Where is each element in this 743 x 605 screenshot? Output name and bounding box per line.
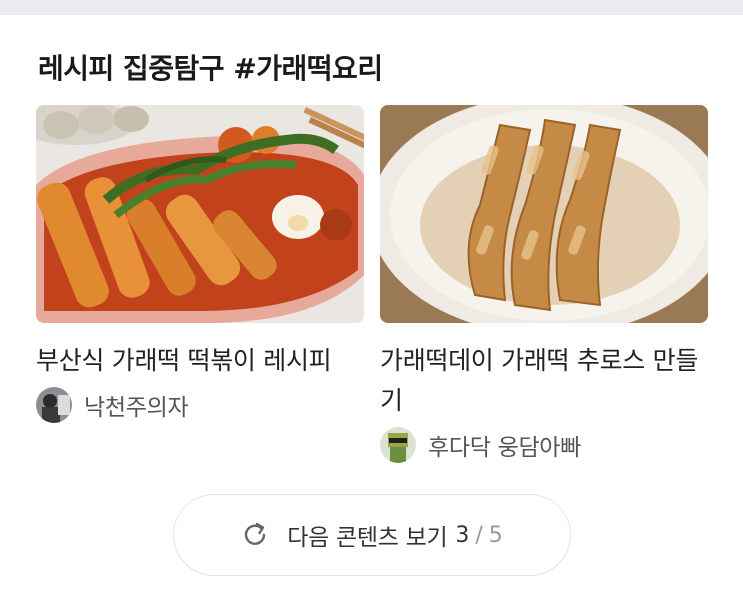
top-band	[0, 0, 743, 15]
next-content-button[interactable]: 다음 콘텐츠 보기 3 / 5	[173, 494, 571, 576]
section-title: 레시피 집중탐구 #가래떡요리	[38, 52, 383, 85]
author-row[interactable]: 낙천주의자	[36, 387, 364, 423]
author-name[interactable]: 낙천주의자	[84, 388, 189, 422]
churros-thumbnail[interactable]	[380, 105, 708, 323]
tteokbokki-thumbnail[interactable]	[36, 105, 364, 323]
content-item-2[interactable]: 가래떡데이 가래떡 추로스 만들기 후다닥 웅담아빠	[380, 105, 708, 463]
refresh-icon	[245, 522, 266, 545]
total-pages: 5	[488, 522, 503, 548]
current-page: 3	[455, 522, 470, 548]
author-row[interactable]: 후다닥 웅담아빠	[380, 427, 708, 463]
item-title[interactable]: 가래떡데이 가래떡 추로스 만들기	[380, 341, 708, 421]
item-title[interactable]: 부산식 가래떡 떡볶이 레시피	[36, 341, 364, 381]
author-avatar[interactable]	[380, 427, 416, 463]
page-separator: /	[475, 522, 483, 548]
recipe-card: 레시피 집중탐구 #가래떡요리 부산식 가래떡 떡볶이 레시피 낙천주의자 가래…	[0, 15, 743, 605]
author-avatar[interactable]	[36, 387, 72, 423]
content-item-1[interactable]: 부산식 가래떡 떡볶이 레시피 낙천주의자	[36, 105, 364, 423]
author-name[interactable]: 후다닥 웅담아빠	[428, 428, 581, 462]
next-content-label: 다음 콘텐츠 보기	[287, 525, 448, 551]
